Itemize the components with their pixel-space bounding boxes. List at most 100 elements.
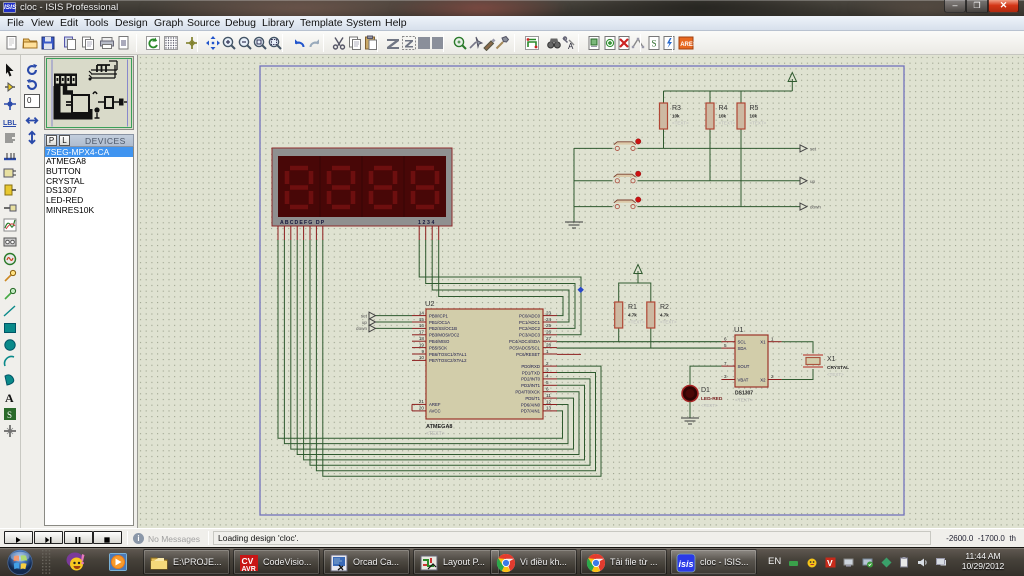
svg-text:7: 7 xyxy=(724,361,727,366)
svg-text:PD1/TXD: PD1/TXD xyxy=(522,370,540,375)
svg-text:A: A xyxy=(5,391,14,405)
svg-text:ARES: ARES xyxy=(680,42,694,48)
svg-text:V: V xyxy=(827,558,833,568)
svg-text:PD0/RXD: PD0/RXD xyxy=(521,364,540,369)
svg-text:<TEXT>: <TEXT> xyxy=(660,320,677,325)
svg-text:SDA: SDA xyxy=(738,346,747,351)
svg-text:U2: U2 xyxy=(425,299,435,308)
svg-text:set: set xyxy=(361,313,368,318)
svg-text:ABCDEFG DP: ABCDEFG DP xyxy=(280,220,325,226)
svg-text:PD2/INT0: PD2/INT0 xyxy=(521,377,540,382)
svg-text:1234: 1234 xyxy=(418,220,436,226)
svg-text:<TEXT>: <TEXT> xyxy=(628,320,645,325)
svg-text:<TEXT>: <TEXT> xyxy=(672,121,689,126)
svg-text:18: 18 xyxy=(419,336,425,341)
svg-text:<TEXT>: <TEXT> xyxy=(735,398,753,404)
svg-text:PB0/ICP1: PB0/ICP1 xyxy=(429,313,448,318)
svg-text:CRYSTAL: CRYSTAL xyxy=(827,365,849,371)
svg-text:3: 3 xyxy=(546,367,549,372)
svg-text:1: 1 xyxy=(546,349,549,354)
svg-text:<TEXT>: <TEXT> xyxy=(719,121,736,126)
svg-text:LBL: LBL xyxy=(3,120,17,127)
svg-text:up: up xyxy=(362,320,368,325)
svg-text:PC3/ADC3: PC3/ADC3 xyxy=(519,333,541,338)
svg-text:14: 14 xyxy=(419,310,425,315)
svg-text:3: 3 xyxy=(724,374,727,379)
svg-text:S: S xyxy=(7,410,12,420)
svg-text:AREF: AREF xyxy=(429,402,441,407)
svg-text:PC2/ADC2: PC2/ADC2 xyxy=(519,326,541,331)
svg-text:27: 27 xyxy=(546,336,552,341)
svg-text:PB5/SCK: PB5/SCK xyxy=(429,345,447,350)
svg-text:R1: R1 xyxy=(628,304,637,311)
svg-text:X2: X2 xyxy=(760,377,766,382)
svg-text:SCL: SCL xyxy=(738,340,747,345)
svg-text:<TEXT>: <TEXT> xyxy=(701,403,718,408)
svg-text:17: 17 xyxy=(419,330,425,335)
svg-text:PB6/TOSC1/XTAL1: PB6/TOSC1/XTAL1 xyxy=(429,352,467,357)
svg-text:D1: D1 xyxy=(701,387,710,394)
svg-text:PD6/AIN0: PD6/AIN0 xyxy=(521,402,541,407)
svg-text:PB4/MISO: PB4/MISO xyxy=(429,339,450,344)
svg-text:R3: R3 xyxy=(672,105,681,112)
svg-text:10: 10 xyxy=(419,355,425,360)
svg-text:up: up xyxy=(810,179,816,184)
svg-text:CV: CV xyxy=(242,556,254,566)
svg-text:<TEXT>: <TEXT> xyxy=(827,372,844,377)
svg-text:set: set xyxy=(810,146,817,151)
svg-text:6: 6 xyxy=(724,336,727,341)
svg-text:PD4/T0/XCK: PD4/T0/XCK xyxy=(515,390,540,395)
svg-text:5: 5 xyxy=(546,380,549,385)
svg-text:10k: 10k xyxy=(719,114,727,119)
svg-text:PC1/ADC1: PC1/ADC1 xyxy=(519,320,541,325)
svg-text:SOUT: SOUT xyxy=(738,364,750,369)
svg-text:down: down xyxy=(356,326,367,331)
svg-text:28: 28 xyxy=(546,342,552,347)
svg-text:1: 1 xyxy=(771,336,774,341)
svg-text:16: 16 xyxy=(419,323,425,328)
svg-text:AVR: AVR xyxy=(242,566,256,573)
svg-text:PC4/ADC4/SDA: PC4/ADC4/SDA xyxy=(509,339,540,344)
svg-text:11: 11 xyxy=(546,393,551,398)
svg-text:9: 9 xyxy=(421,349,424,354)
svg-text:24: 24 xyxy=(546,317,552,322)
svg-text:20: 20 xyxy=(419,406,425,411)
svg-text:PB1/OC1A: PB1/OC1A xyxy=(429,320,450,325)
svg-text:2: 2 xyxy=(546,361,549,366)
svg-text:PB7/TOSC2/XTAL2: PB7/TOSC2/XTAL2 xyxy=(429,358,467,363)
svg-text:PC6/RESET: PC6/RESET xyxy=(516,352,540,357)
svg-text:AVCC: AVCC xyxy=(429,409,441,414)
svg-text:26: 26 xyxy=(546,330,552,335)
svg-text:X1: X1 xyxy=(827,356,836,363)
svg-text:5: 5 xyxy=(724,343,727,348)
svg-text:<TEXT>: <TEXT> xyxy=(426,431,445,437)
svg-text:10k: 10k xyxy=(672,114,680,119)
svg-text:R4: R4 xyxy=(719,105,728,112)
svg-text:LED-RED: LED-RED xyxy=(701,396,723,402)
svg-text:PC5/ADC5/SCL: PC5/ADC5/SCL xyxy=(509,345,540,350)
svg-text:19: 19 xyxy=(419,342,425,347)
svg-text:down: down xyxy=(810,205,821,210)
svg-text:4.7k: 4.7k xyxy=(660,313,669,318)
svg-text:PD3/INT1: PD3/INT1 xyxy=(521,383,540,388)
svg-text:S: S xyxy=(652,39,657,49)
svg-text:ATMEGA8: ATMEGA8 xyxy=(426,424,452,430)
svg-text:U1: U1 xyxy=(734,325,744,334)
svg-text:PC0/ADC0: PC0/ADC0 xyxy=(519,313,541,318)
svg-text:DS1307: DS1307 xyxy=(735,391,753,397)
svg-text:4: 4 xyxy=(546,374,549,379)
svg-text:25: 25 xyxy=(546,323,552,328)
svg-text:10k: 10k xyxy=(750,114,758,119)
svg-text:PB2/SS/OC1B: PB2/SS/OC1B xyxy=(429,326,457,331)
svg-text:23: 23 xyxy=(546,310,552,315)
svg-text:R5: R5 xyxy=(750,105,759,112)
svg-text:15: 15 xyxy=(419,317,425,322)
svg-text:X1: X1 xyxy=(760,340,766,345)
svg-text:VBAT: VBAT xyxy=(738,377,749,382)
svg-text:<TEXT>: <TEXT> xyxy=(750,121,767,126)
svg-text:12: 12 xyxy=(546,399,552,404)
svg-text:4.7k: 4.7k xyxy=(628,313,637,318)
svg-text:2: 2 xyxy=(771,374,774,379)
svg-text:6: 6 xyxy=(546,387,549,392)
svg-text:PB3/MOSI/OC2: PB3/MOSI/OC2 xyxy=(429,333,460,338)
